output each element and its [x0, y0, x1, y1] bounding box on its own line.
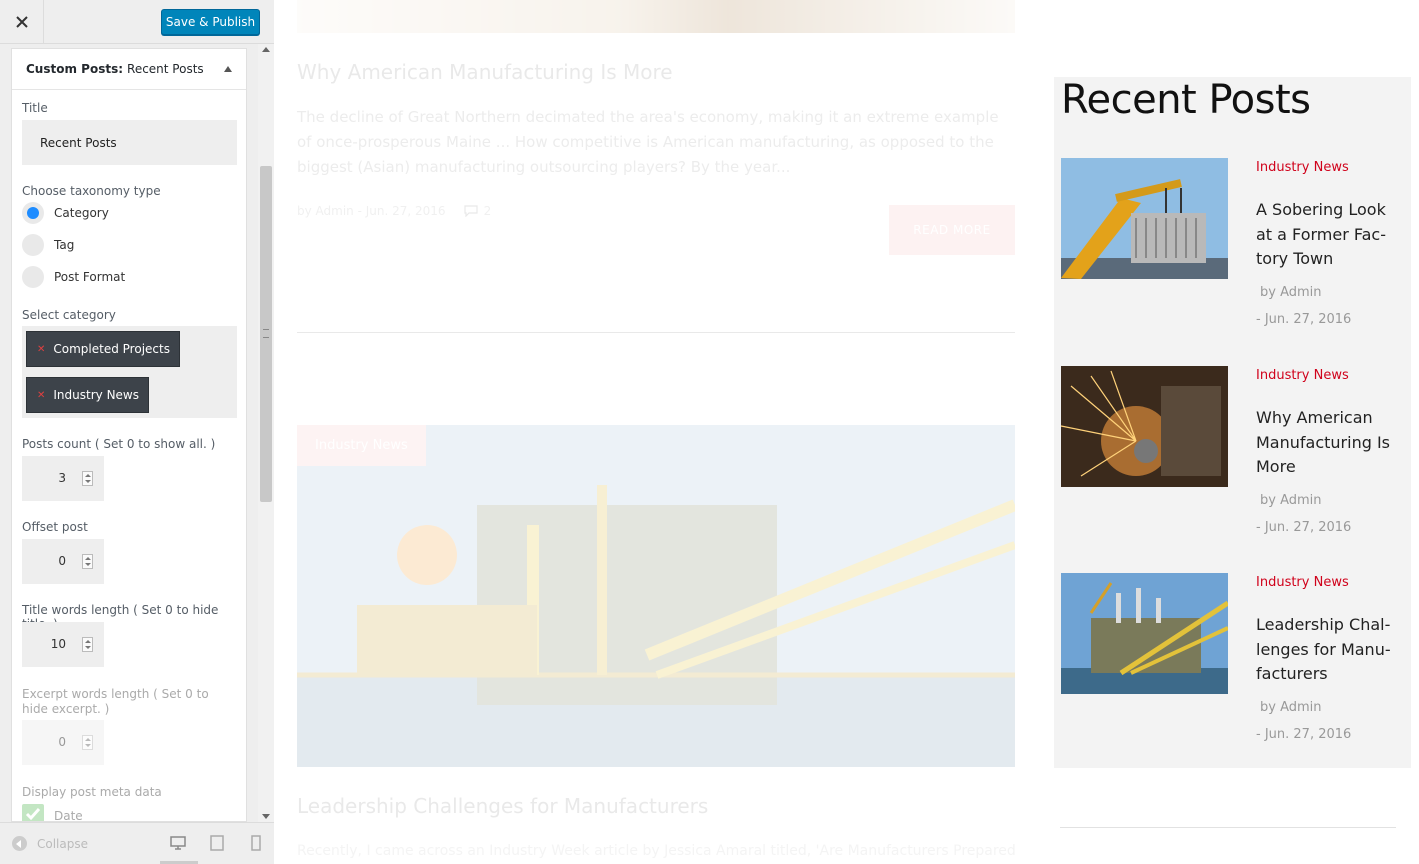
- recent-post-item: Industry News Leadership Chal-lenges for…: [1061, 573, 1406, 753]
- recent-posts-widget: Recent Posts Industry News A Sobering Lo…: [1054, 77, 1411, 768]
- recent-post-title[interactable]: Leadership Chal-lenges for Manu-facturer…: [1256, 613, 1401, 687]
- recent-post-author: by Admin: [1260, 700, 1322, 715]
- post-meta-text: by Admin - Jun. 27, 2016: [297, 204, 446, 218]
- close-icon: [15, 16, 28, 28]
- recent-post-title[interactable]: A Sobering Look at a Former Fac-tory Tow…: [1256, 198, 1401, 272]
- mobile-preview-icon[interactable]: [248, 835, 264, 851]
- collapse-button[interactable]: Collapse: [12, 836, 88, 851]
- radio-label: Post Format: [54, 270, 126, 284]
- posts-count-value: 3: [58, 471, 66, 485]
- customizer-header: Save & Publish: [0, 0, 274, 44]
- scroll-up-icon[interactable]: [262, 47, 270, 52]
- title-words-input[interactable]: 10: [22, 622, 104, 667]
- comment-icon: [463, 205, 478, 217]
- remove-icon[interactable]: ✕: [37, 390, 45, 401]
- radio-button[interactable]: [22, 266, 44, 288]
- radio-label: Tag: [54, 238, 75, 252]
- radio-post-format[interactable]: Post Format: [22, 266, 125, 288]
- recent-post-author: by Admin: [1260, 493, 1322, 508]
- save-publish-button[interactable]: Save & Publish: [161, 9, 260, 35]
- category-chip[interactable]: ✕ Industry News: [26, 377, 149, 413]
- taxonomy-label: Choose taxonomy type: [22, 184, 161, 198]
- site-preview: Why American Manufacturing Is More The d…: [274, 0, 1419, 864]
- tablet-preview-icon[interactable]: [209, 835, 225, 851]
- read-more-button[interactable]: READ MORE: [889, 205, 1015, 255]
- recent-post-date: - Jun. 27, 2016: [1256, 312, 1352, 327]
- section-prefix: Custom Posts:: [26, 62, 124, 76]
- post-title[interactable]: Leadership Challenges for Manufacturers: [297, 794, 708, 818]
- radio-button-checked[interactable]: [22, 202, 44, 224]
- recent-post-thumbnail[interactable]: [1061, 158, 1228, 279]
- stepper-icon[interactable]: [82, 637, 93, 652]
- recent-post-category[interactable]: Industry News: [1256, 160, 1349, 175]
- collapse-icon: [12, 836, 27, 851]
- close-button[interactable]: [0, 0, 44, 44]
- radio-category[interactable]: Category: [22, 202, 109, 224]
- recent-post-category[interactable]: Industry News: [1256, 368, 1349, 383]
- meta-label: Display post meta data: [22, 785, 162, 799]
- comments-count[interactable]: 2: [463, 204, 492, 218]
- recent-post-item: Industry News A Sobering Look at a Forme…: [1061, 158, 1406, 338]
- title-words-value: 10: [50, 637, 66, 651]
- post-meta: by Admin - Jun. 27, 2016 2: [297, 204, 491, 218]
- scroll-down-icon[interactable]: [262, 814, 270, 819]
- recent-post-date: - Jun. 27, 2016: [1256, 520, 1352, 535]
- excerpt-words-value: 0: [58, 735, 66, 749]
- stepper-icon[interactable]: [82, 471, 93, 486]
- sidebar-divider: [1060, 827, 1396, 828]
- recent-post-category[interactable]: Industry News: [1256, 575, 1349, 590]
- scroll-grip-icon: [263, 329, 269, 338]
- desktop-preview-icon[interactable]: [170, 835, 186, 851]
- category-select[interactable]: ✕ Completed Projects ✕ Industry News: [22, 326, 237, 418]
- remove-icon[interactable]: ✕: [37, 344, 45, 355]
- post-category-badge[interactable]: Industry News: [297, 425, 426, 466]
- chip-label: Industry News: [53, 388, 139, 402]
- recent-post-thumbnail[interactable]: [1061, 366, 1228, 487]
- category-chip[interactable]: ✕ Completed Projects: [26, 331, 180, 367]
- radio-tag[interactable]: Tag: [22, 234, 74, 256]
- radio-button[interactable]: [22, 234, 44, 256]
- widget-settings: Custom Posts: Recent Posts Title Recent …: [11, 48, 247, 822]
- checkmark-icon: [25, 808, 41, 821]
- customizer-panel: Save & Publish Custom Posts: Recent Post…: [0, 0, 274, 864]
- date-checkbox-label: Date: [54, 809, 83, 822]
- customizer-footer: Collapse: [0, 822, 274, 864]
- title-label: Title: [22, 101, 48, 115]
- posts-count-label: Posts count ( Set 0 to show all. ): [22, 437, 216, 451]
- recent-post-author: by Admin: [1260, 285, 1322, 300]
- post-divider: [297, 332, 1015, 333]
- posts-count-input[interactable]: 3: [22, 456, 104, 501]
- section-header[interactable]: Custom Posts: Recent Posts: [12, 49, 246, 90]
- offset-value: 0: [58, 554, 66, 568]
- offset-label: Offset post: [22, 520, 88, 534]
- collapse-arrow-icon[interactable]: [224, 66, 232, 72]
- title-input[interactable]: Recent Posts: [22, 120, 237, 165]
- post-excerpt: Recently, I came across an Industry Week…: [297, 843, 1015, 859]
- panel-scrollbar[interactable]: [258, 44, 274, 822]
- stepper-icon[interactable]: [82, 735, 93, 750]
- post-featured-image: [297, 0, 1015, 33]
- excerpt-words-label: Excerpt words length ( Set 0 to hide exc…: [22, 687, 209, 716]
- offset-input[interactable]: 0: [22, 539, 104, 584]
- recent-post-item: Industry News Why American Manufacturing…: [1061, 366, 1406, 546]
- post-excerpt: The decline of Great Northern decimated …: [297, 108, 999, 176]
- comments-value: 2: [483, 204, 492, 218]
- post-title[interactable]: Why American Manufacturing Is More: [297, 60, 673, 84]
- chip-label: Completed Projects: [53, 342, 170, 356]
- category-label: Select category: [22, 308, 116, 322]
- recent-post-thumbnail[interactable]: [1061, 573, 1228, 694]
- post-featured-image-rig[interactable]: [297, 425, 1015, 767]
- recent-post-title[interactable]: Why American Manufacturing Is More: [1256, 406, 1401, 480]
- recent-post-date: - Jun. 27, 2016: [1256, 727, 1352, 742]
- date-checkbox[interactable]: [22, 804, 44, 821]
- widget-title: Recent Posts: [1061, 77, 1311, 123]
- section-name: Recent Posts: [127, 62, 204, 76]
- excerpt-words-input[interactable]: 0: [22, 720, 104, 765]
- radio-label: Category: [54, 206, 109, 220]
- stepper-icon[interactable]: [82, 554, 93, 569]
- collapse-label: Collapse: [37, 836, 88, 851]
